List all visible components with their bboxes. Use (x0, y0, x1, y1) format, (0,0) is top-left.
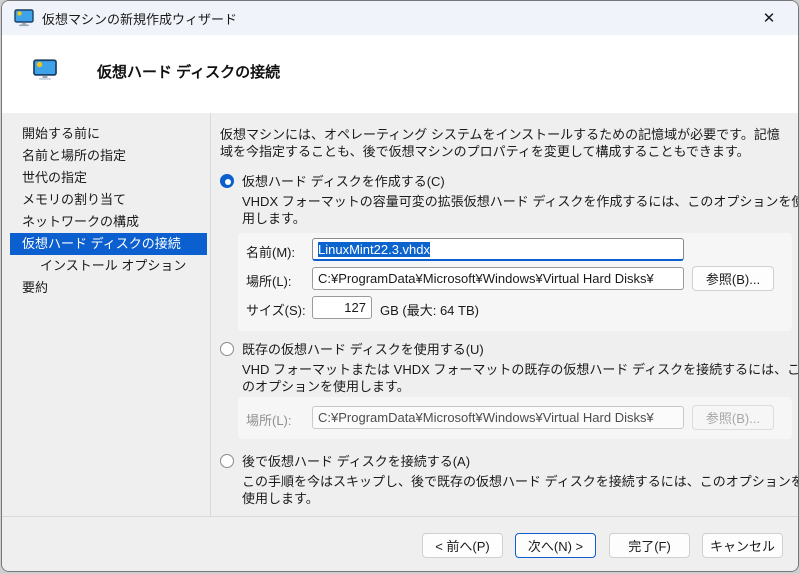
attach-later-description: この手順を今はスキップし、後で既存の仮想ハード ディスクを接続するには、このオプ… (242, 474, 799, 506)
size-label: サイズ(S): (246, 303, 306, 318)
page-title: 仮想ハード ディスクの接続 (97, 64, 281, 81)
radio-existing-vhd[interactable] (220, 341, 234, 356)
wizard-body: 開始する前に 名前と場所の指定 世代の指定 メモリの割り当て ネットワークの構成… (2, 113, 798, 516)
sidebar-item-before-you-begin[interactable]: 開始する前に (10, 123, 207, 145)
radio-attach-later-label: 後で仮想ハード ディスクを接続する(A) (242, 454, 471, 469)
page-icon (32, 59, 58, 81)
sidebar-item-networking[interactable]: ネットワークの構成 (10, 211, 207, 233)
sidebar-item-install-options[interactable]: インストール オプション (10, 255, 207, 277)
location-input-disabled: C:¥ProgramData¥Microsoft¥Windows¥Virtual… (312, 406, 684, 429)
close-button[interactable]: ✕ (746, 1, 792, 34)
sidebar-item-generation[interactable]: 世代の指定 (10, 167, 207, 189)
name-label: 名前(M): (246, 245, 296, 260)
location-label: 場所(L): (246, 274, 292, 289)
sidebar-item-memory[interactable]: メモリの割り当て (10, 189, 207, 211)
sidebar-item-connect-vhd[interactable]: 仮想ハード ディスクの接続 (10, 233, 207, 255)
location-label-disabled: 場所(L): (246, 413, 292, 428)
existing-vhd-description: VHD フォーマットまたは VHDX フォーマットの既存の仮想ハード ディスクを… (242, 362, 799, 394)
window-title: 仮想マシンの新規作成ウィザード (42, 11, 238, 27)
title-bar: 仮想マシンの新規作成ウィザード ✕ (2, 1, 798, 35)
sidebar-item-summary[interactable]: 要約 (10, 277, 207, 299)
radio-attach-later[interactable] (220, 453, 234, 468)
browse-button[interactable]: 参照(B)... (692, 266, 774, 291)
footer: < 前へ(P) 次へ(N) > 完了(F) キャンセル (2, 517, 798, 571)
next-button[interactable]: 次へ(N) > (515, 533, 596, 558)
browse-button-disabled: 参照(B)... (692, 405, 774, 430)
name-input-selected-text: LinuxMint22.3.vhdx (318, 242, 431, 257)
back-button[interactable]: < 前へ(P) (422, 533, 503, 558)
sidebar-item-name-location[interactable]: 名前と場所の指定 (10, 145, 207, 167)
location-input[interactable]: C:¥ProgramData¥Microsoft¥Windows¥Virtual… (312, 267, 684, 290)
name-input[interactable]: LinuxMint22.3.vhdx (312, 238, 684, 261)
radio-row-existing-vhd: 既存の仮想ハード ディスクを使用する(U) (220, 339, 484, 358)
intro-text: 仮想マシンには、オペレーティング システムをインストールするための記憶域が必要で… (220, 127, 780, 159)
radio-existing-vhd-label: 既存の仮想ハード ディスクを使用する(U) (242, 342, 484, 357)
vm-wizard-icon (14, 9, 34, 27)
radio-row-attach-later: 後で仮想ハード ディスクを接続する(A) (220, 451, 470, 470)
wizard-steps-sidebar: 開始する前に 名前と場所の指定 世代の指定 メモリの割り当て ネットワークの構成… (2, 123, 210, 299)
close-icon: ✕ (762, 9, 776, 27)
radio-row-create-vhd: 仮想ハード ディスクを作成する(C) (220, 171, 445, 190)
size-suffix: GB (最大: 64 TB) (380, 303, 479, 318)
size-input[interactable]: 127 (312, 296, 372, 319)
radio-create-vhd-label: 仮想ハード ディスクを作成する(C) (242, 174, 445, 189)
wizard-window: 仮想マシンの新規作成ウィザード ✕ 仮想ハード ディスクの接続 開始する前に 名… (1, 0, 799, 572)
cancel-button[interactable]: キャンセル (702, 533, 783, 558)
finish-button[interactable]: 完了(F) (609, 533, 690, 558)
create-vhd-description: VHDX フォーマットの容量可変の拡張仮想ハード ディスクを作成するには、このオ… (242, 194, 799, 226)
wizard-header: 仮想ハード ディスクの接続 (2, 35, 798, 113)
wizard-page-content: 仮想マシンには、オペレーティング システムをインストールするための記憶域が必要で… (220, 113, 798, 516)
vertical-separator (210, 113, 211, 516)
radio-create-vhd[interactable] (220, 173, 234, 188)
